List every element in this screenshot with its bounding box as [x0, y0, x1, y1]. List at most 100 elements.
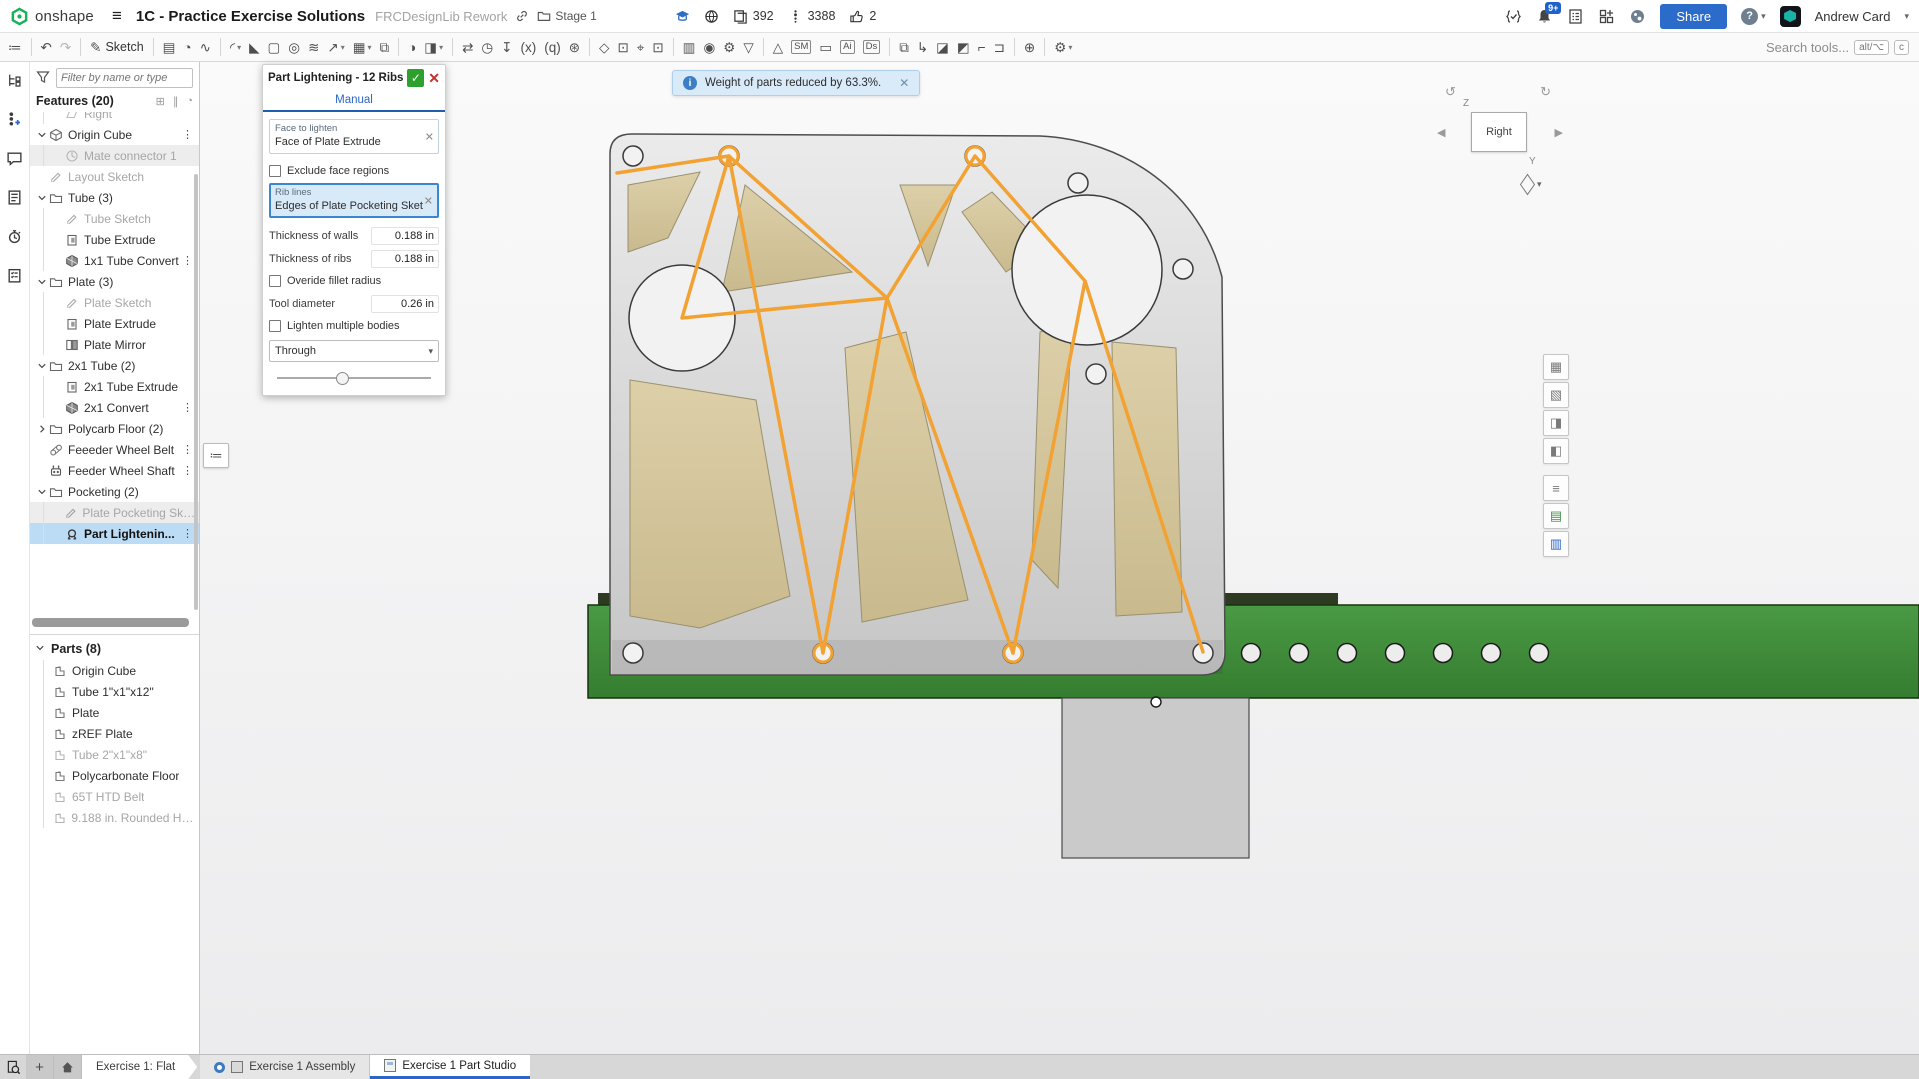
user-menu-chevron-icon[interactable]: ▾ [1904, 11, 1909, 22]
custom-features-icon[interactable]: ⚙▾ [1050, 38, 1076, 57]
primitives-icon[interactable]: ◇ [595, 38, 613, 57]
notes-icon[interactable] [5, 187, 25, 207]
chevron-down-icon[interactable] [35, 193, 48, 203]
bom-icon[interactable] [5, 265, 25, 285]
cancel-button[interactable]: ✕ [428, 69, 440, 87]
learning-icon[interactable] [1629, 8, 1646, 25]
part-item[interactable]: Tube 2"x1"x8" [30, 744, 199, 765]
mate-dots-icon[interactable]: ⋮ [182, 128, 199, 141]
confirm-button[interactable]: ✓ [407, 69, 424, 87]
avatar[interactable] [1780, 6, 1801, 27]
named-views-button[interactable]: ◨ [1543, 410, 1569, 436]
mirror-icon[interactable]: ⧉ [376, 38, 394, 57]
slider-handle[interactable] [336, 372, 349, 385]
clear-face-icon[interactable]: ✕ [425, 130, 434, 143]
education-icon[interactable] [675, 9, 690, 24]
tree-item[interactable]: Tube Sketch [30, 208, 199, 229]
tree-item[interactable]: Layout Sketch [30, 166, 199, 187]
tree-item[interactable]: Part Lightenin...⋮ [30, 523, 199, 544]
sweep-icon[interactable]: ∿ [196, 38, 215, 57]
horizontal-scrollbar[interactable] [32, 618, 189, 627]
tree-item[interactable]: 2x1 Convert⋮ [30, 397, 199, 418]
end-condition-dropdown[interactable]: Through ▾ [269, 340, 439, 362]
revolve-icon[interactable]: ◔ [179, 38, 195, 57]
tree-item[interactable]: 2x1 Tube Extrude [30, 376, 199, 397]
transform-icon[interactable]: ⇄ [458, 38, 477, 57]
part-item[interactable]: Plate [30, 702, 199, 723]
onshape-logo[interactable]: onshape [10, 7, 94, 26]
move-face-icon[interactable]: ↗▾ [323, 38, 348, 57]
tree-item[interactable]: Polycarb Floor (2) [30, 418, 199, 439]
sm-bend-icon[interactable]: ↳ [913, 38, 932, 57]
custom-feature-robot-icon[interactable]: ⊡ [613, 38, 632, 57]
tool-diameter-input[interactable]: 0.26 in [371, 295, 439, 313]
hole-icon[interactable]: ◎ [284, 38, 304, 57]
exclude-face-regions-checkbox[interactable] [269, 165, 281, 177]
undo-icon[interactable]: ↶ [37, 38, 56, 57]
feature-tree-icon[interactable] [5, 70, 25, 90]
feedback-icon[interactable] [1505, 8, 1522, 25]
tasks-icon[interactable] [1567, 8, 1584, 25]
rotate-right-arrow[interactable]: ▶ [1555, 126, 1563, 139]
measure-icon[interactable]: △ [769, 38, 787, 57]
toolbar-search[interactable]: Search tools... alt/⌥ c [1766, 40, 1915, 55]
extrude-icon[interactable]: ▤ [159, 38, 180, 57]
tree-item[interactable]: Mate connector 1 [30, 145, 199, 166]
link-icon[interactable] [515, 9, 529, 23]
document-title[interactable]: 1C - Practice Exercise Solutions [136, 8, 365, 25]
chevron-right-icon[interactable] [35, 424, 48, 434]
feature-list-icon[interactable]: ≔ [4, 38, 26, 57]
sheet-metal-icon[interactable]: SM [787, 38, 815, 56]
tree-item[interactable]: Plate Extrude [30, 313, 199, 334]
sm-flat-icon[interactable]: ⌐ [974, 38, 990, 57]
folder-breadcrumb[interactable]: Stage 1 [537, 9, 596, 23]
pin-icon[interactable]: ⌖ [633, 38, 649, 57]
import-icon[interactable]: ↧ [497, 38, 516, 57]
chevron-down-icon[interactable] [35, 361, 48, 371]
history-icon[interactable] [5, 226, 25, 246]
ai-icon[interactable]: Ai [836, 38, 858, 56]
tab-exercise-1-assembly[interactable]: Exercise 1 Assembly [200, 1055, 370, 1079]
chamfer-icon[interactable]: ◣ [245, 38, 263, 57]
part-item[interactable]: Origin Cube [30, 660, 199, 681]
thickness-of-ribs-input[interactable]: 0.188 in [371, 250, 439, 268]
custom-feature-robot2-icon[interactable]: ⊡ [648, 38, 667, 57]
lattice-icon[interactable]: ⊛ [565, 38, 584, 57]
sketch-icon[interactable]: ✎Sketch [86, 38, 148, 57]
part-item[interactable]: 65T HTD Belt [30, 786, 199, 807]
view-options-menu[interactable]: ▾ [1521, 178, 1542, 191]
rib-lines-field[interactable]: Rib lines Edges of Plate Pocketing Sket.… [269, 183, 439, 218]
tree-item[interactable]: Feeder Wheel Shaft⋮ [30, 460, 199, 481]
sm-joint-icon[interactable]: ⊐ [990, 38, 1009, 57]
apps-icon[interactable] [1598, 8, 1615, 25]
sm-flange-icon[interactable]: ⧉ [895, 38, 913, 57]
vertical-scrollbar[interactable] [194, 174, 198, 610]
add-tab-button[interactable]: + [26, 1055, 54, 1079]
boolean-icon[interactable]: ◑ [404, 38, 420, 57]
tab-manual[interactable]: Manual [263, 91, 445, 112]
opacity-slider[interactable] [277, 371, 431, 385]
thickness-of-walls-input[interactable]: 0.188 in [371, 227, 439, 245]
configurations-button[interactable]: ≡ [1543, 475, 1569, 501]
parts-chevron-icon[interactable] [35, 642, 45, 656]
sm-tab-icon[interactable]: ◪ [932, 38, 953, 57]
variable-icon[interactable]: (x) [516, 38, 540, 57]
tree-item[interactable]: 1x1 Tube Convert⋮ [30, 250, 199, 271]
mate-connector-point[interactable] [1151, 697, 1161, 707]
gear-icon[interactable]: ⚙ [719, 38, 739, 57]
tab-exercise-1-part-studio[interactable]: Exercise 1 Part Studio [370, 1055, 530, 1079]
new-folder-icon[interactable]: ⊞ [156, 95, 165, 108]
redo-icon[interactable]: ↷ [56, 38, 75, 57]
tree-item[interactable]: Right [30, 112, 199, 124]
rotate-cw-icon[interactable]: ↻ [1540, 84, 1551, 100]
film-icon[interactable]: ▭ [815, 38, 836, 57]
part-item[interactable]: Polycarbonate Floor [30, 765, 199, 786]
clear-rib-lines-icon[interactable]: ✕ [424, 194, 433, 207]
tree-item[interactable]: Plate Sketch [30, 292, 199, 313]
tree-item[interactable]: Feeeder Wheel Belt⋮ [30, 439, 199, 460]
section-view-button[interactable]: ◧ [1543, 438, 1569, 464]
view-cube-face[interactable]: Right [1471, 112, 1527, 152]
ds-icon[interactable]: Ds [859, 38, 885, 56]
pattern-icon[interactable]: ▦▾ [349, 38, 376, 57]
chevron-down-icon[interactable] [35, 487, 48, 497]
